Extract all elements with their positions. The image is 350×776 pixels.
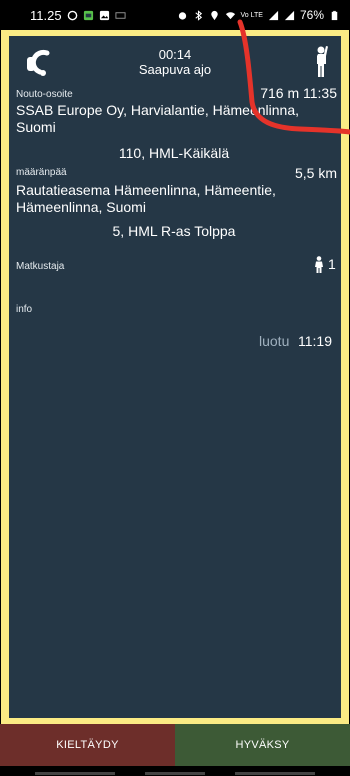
destination-label: määränpää xyxy=(16,167,67,178)
circle-icon xyxy=(67,10,77,20)
destination-distance: 5,5 km xyxy=(294,165,337,181)
passenger-count: 1 xyxy=(328,256,336,272)
ride-timer: 00:14 xyxy=(158,47,192,62)
pickup-stop: 110, HML-Käikälä xyxy=(118,145,230,161)
wifi-icon xyxy=(225,11,235,19)
passenger-label: Matkustaja xyxy=(16,261,65,272)
accept-button[interactable]: HYVÄKSY xyxy=(175,724,350,766)
status-time: 11.25 xyxy=(30,7,62,23)
network-type: Vo LTE xyxy=(240,11,263,19)
ride-request-panel: 00:14 Saapuva ajo Nouto-osoite 716 m 11:… xyxy=(9,36,341,718)
hail-passenger-icon xyxy=(317,46,328,77)
signal-icon xyxy=(268,10,279,20)
alarm-icon xyxy=(178,11,186,20)
pickup-address[interactable]: SSAB Europe Oy, Harvialantie, Hämeenlinn… xyxy=(16,102,336,136)
battery-percent: 76% xyxy=(299,8,324,22)
nav-home[interactable] xyxy=(145,772,205,775)
passenger-icon xyxy=(315,256,323,273)
calendar-icon xyxy=(83,10,93,20)
image-icon xyxy=(99,10,109,20)
message-icon xyxy=(115,11,126,19)
destination-stop: 5, HML R-as Tolppa xyxy=(112,223,236,239)
battery-icon xyxy=(331,10,338,20)
ride-title: Saapuva ajo xyxy=(138,62,212,77)
nav-recents[interactable] xyxy=(35,772,115,775)
headset-icon xyxy=(27,49,50,76)
location-icon xyxy=(210,10,218,20)
nav-back[interactable] xyxy=(235,772,315,775)
reject-button[interactable]: KIELTÄYDY xyxy=(0,724,175,766)
pickup-label: Nouto-osoite xyxy=(16,89,73,100)
bluetooth-icon xyxy=(194,9,202,21)
signal-icon-2 xyxy=(284,10,295,20)
created-label: luotu xyxy=(259,333,290,349)
status-bar: 11.25 Vo LTE 76% xyxy=(0,0,350,30)
created-time: 11:19 xyxy=(298,333,332,349)
destination-address[interactable]: Rautatieasema Hämeenlinna, Hämeentie, Hä… xyxy=(16,182,336,216)
action-bar: KIELTÄYDY HYVÄKSY xyxy=(0,724,350,766)
info-label: info xyxy=(16,304,33,315)
system-navigation-bar xyxy=(0,766,350,776)
pickup-distance-time: 716 m 11:35 xyxy=(260,85,337,101)
